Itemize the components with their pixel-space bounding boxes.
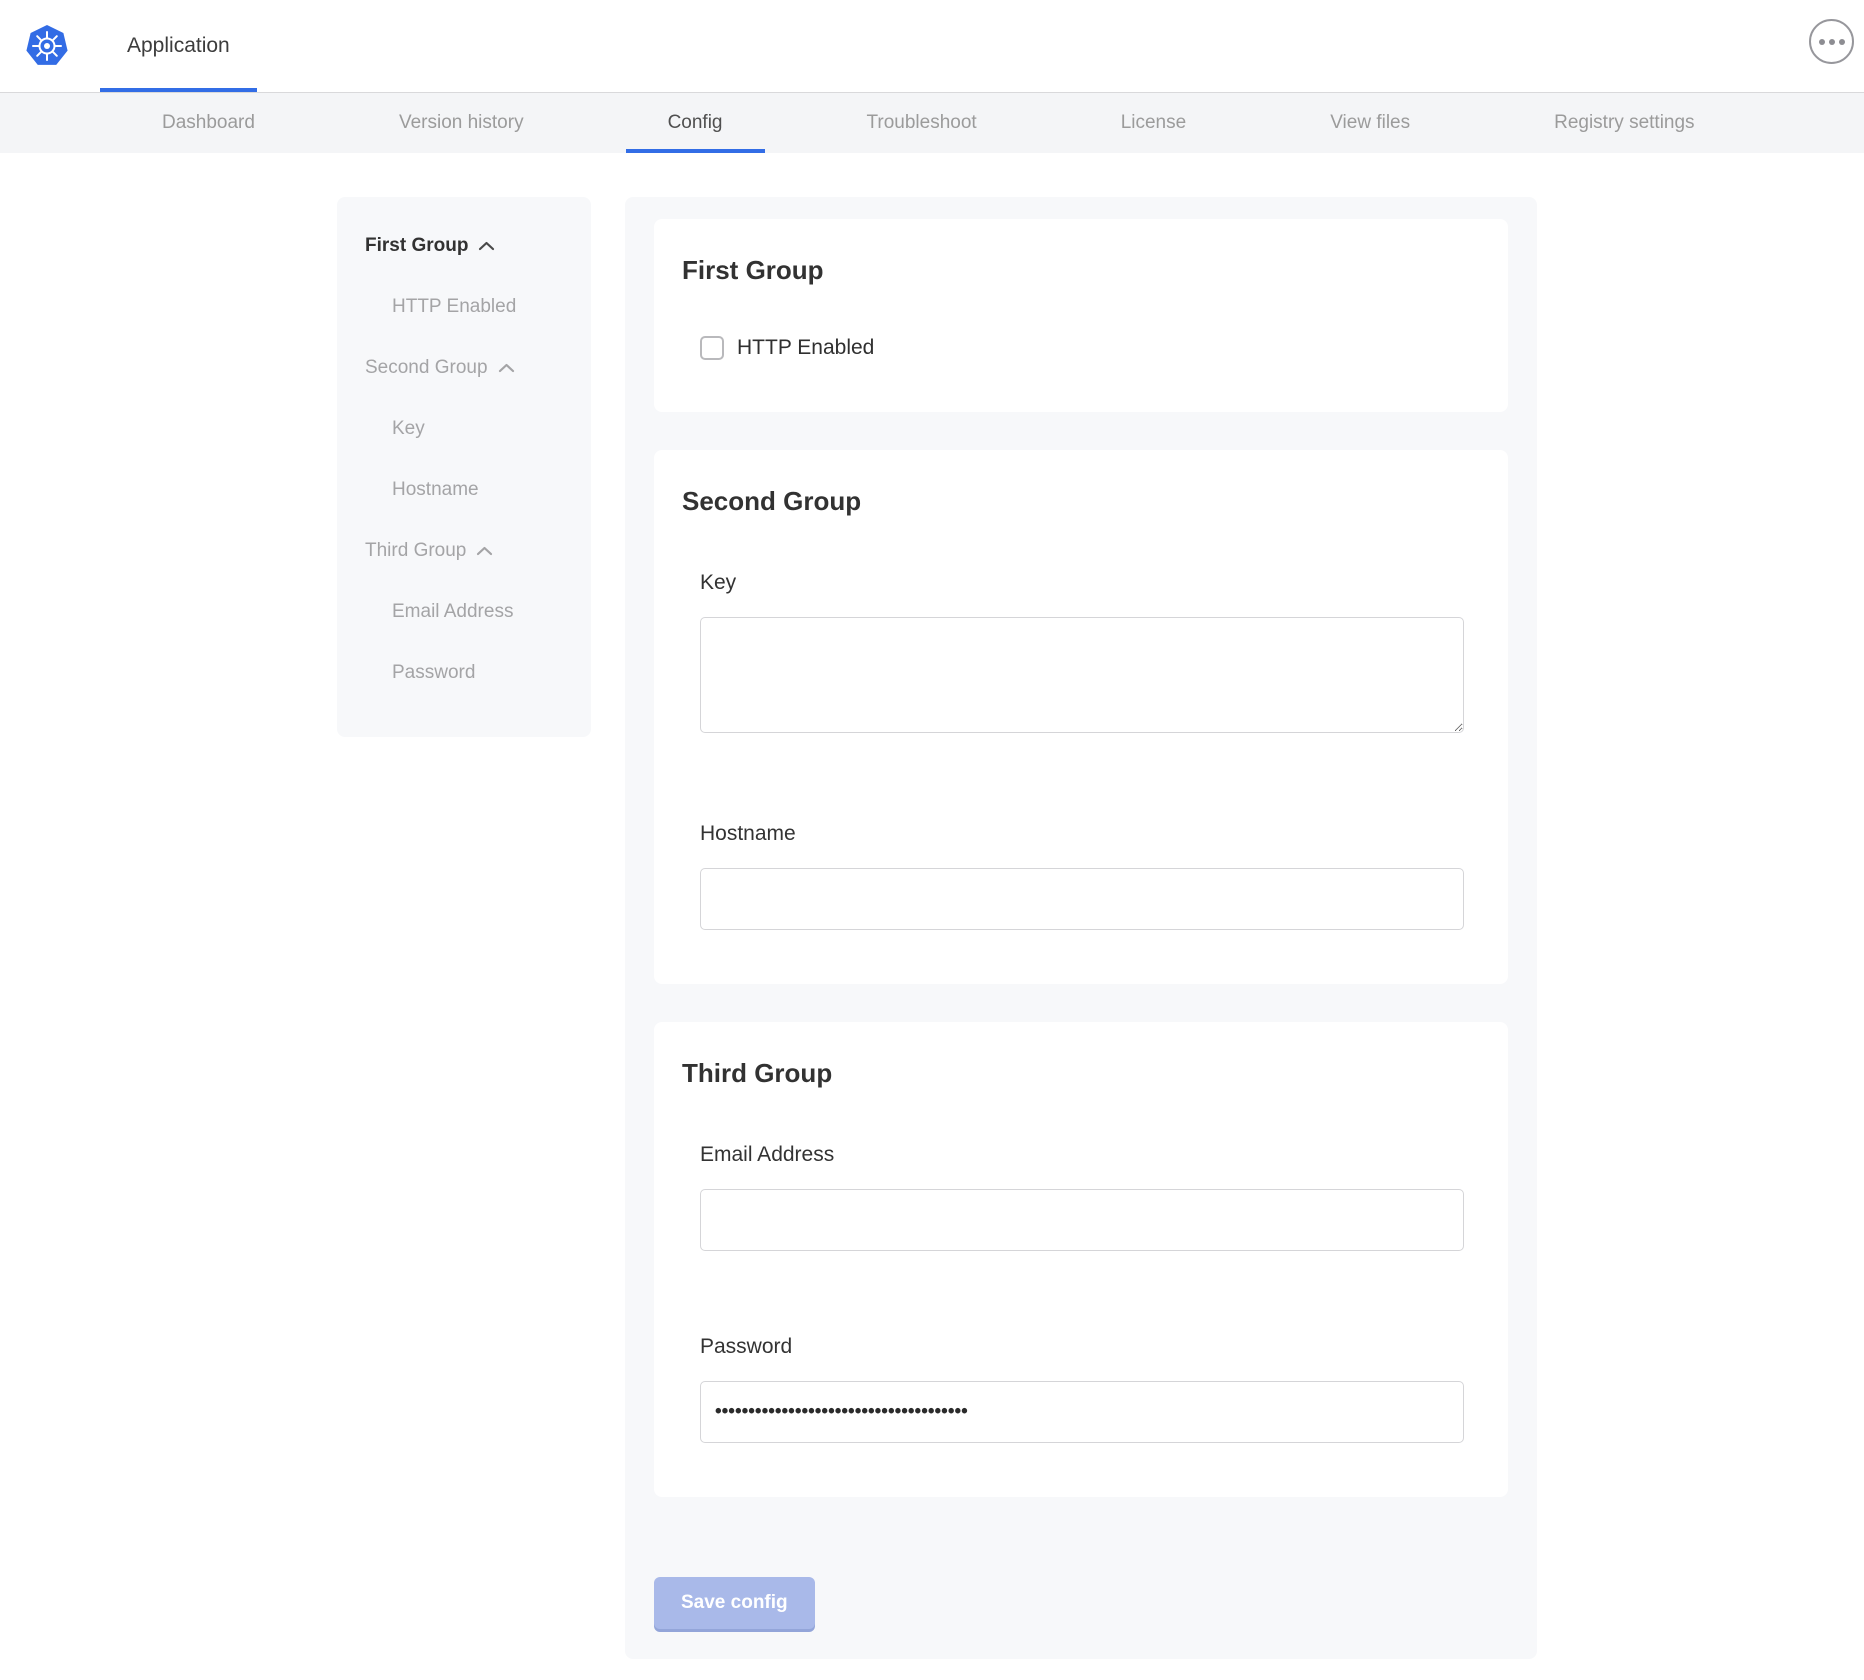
config-group-first: First Group HTTP Enabled — [654, 219, 1508, 412]
main-navbar: Dashboard Version history Config Trouble… — [0, 92, 1864, 153]
checkbox-label: HTTP Enabled — [737, 336, 874, 360]
save-config-button[interactable]: Save config — [654, 1577, 815, 1629]
hostname-input[interactable] — [700, 868, 1464, 930]
chevron-up-icon — [498, 363, 515, 373]
password-field: Password — [700, 1335, 1464, 1443]
tab-config[interactable]: Config — [596, 93, 795, 153]
tab-version-history[interactable]: Version history — [327, 93, 596, 153]
tab-application[interactable]: Application — [100, 0, 257, 92]
app-header: Application — [0, 0, 1864, 92]
group-title: Third Group — [682, 1058, 1464, 1089]
group-title: First Group — [682, 255, 1464, 286]
tab-view-files[interactable]: View files — [1258, 93, 1482, 153]
field-label-password: Password — [700, 1335, 1464, 1359]
field-label-email-address: Email Address — [700, 1143, 1464, 1167]
key-field: Key — [700, 571, 1464, 738]
sidebar-item-first-group[interactable]: First Group — [337, 215, 591, 276]
group-title: Second Group — [682, 486, 1464, 517]
config-group-second: Second Group Key Hostname — [654, 450, 1508, 984]
tab-troubleshoot[interactable]: Troubleshoot — [795, 93, 1049, 153]
hostname-field: Hostname — [700, 822, 1464, 930]
chevron-up-icon — [476, 546, 493, 556]
sidebar-item-hostname[interactable]: Hostname — [337, 459, 591, 520]
config-group-third: Third Group Email Address Password — [654, 1022, 1508, 1497]
tab-registry-settings[interactable]: Registry settings — [1482, 93, 1766, 153]
ellipsis-icon — [1819, 39, 1825, 45]
password-input[interactable] — [700, 1381, 1464, 1443]
http-enabled-checkbox[interactable] — [700, 336, 724, 360]
sidebar-item-password[interactable]: Password — [337, 642, 591, 703]
tab-dashboard[interactable]: Dashboard — [90, 93, 327, 153]
chevron-up-icon — [478, 241, 495, 251]
field-label-key: Key — [700, 571, 1464, 595]
email-address-field: Email Address — [700, 1143, 1464, 1251]
config-panel: First Group HTTP Enabled Second Group Ke… — [625, 197, 1537, 1659]
http-enabled-field[interactable]: HTTP Enabled — [700, 336, 1464, 360]
config-outline-sidebar: First Group HTTP Enabled Second Group Ke… — [337, 197, 591, 737]
sidebar-item-http-enabled[interactable]: HTTP Enabled — [337, 276, 591, 337]
helm-wheel-icon — [30, 29, 64, 63]
app-title: Application — [127, 34, 230, 58]
tab-license[interactable]: License — [1049, 93, 1259, 153]
key-textarea[interactable] — [700, 617, 1464, 733]
kubernetes-logo-icon — [26, 25, 68, 67]
sidebar-item-third-group[interactable]: Third Group — [337, 520, 591, 581]
sidebar-item-email-address[interactable]: Email Address — [337, 581, 591, 642]
email-address-input[interactable] — [700, 1189, 1464, 1251]
field-label-hostname: Hostname — [700, 822, 1464, 846]
sidebar-item-second-group[interactable]: Second Group — [337, 337, 591, 398]
sidebar-item-key[interactable]: Key — [337, 398, 591, 459]
ellipsis-menu-button[interactable] — [1809, 19, 1854, 64]
